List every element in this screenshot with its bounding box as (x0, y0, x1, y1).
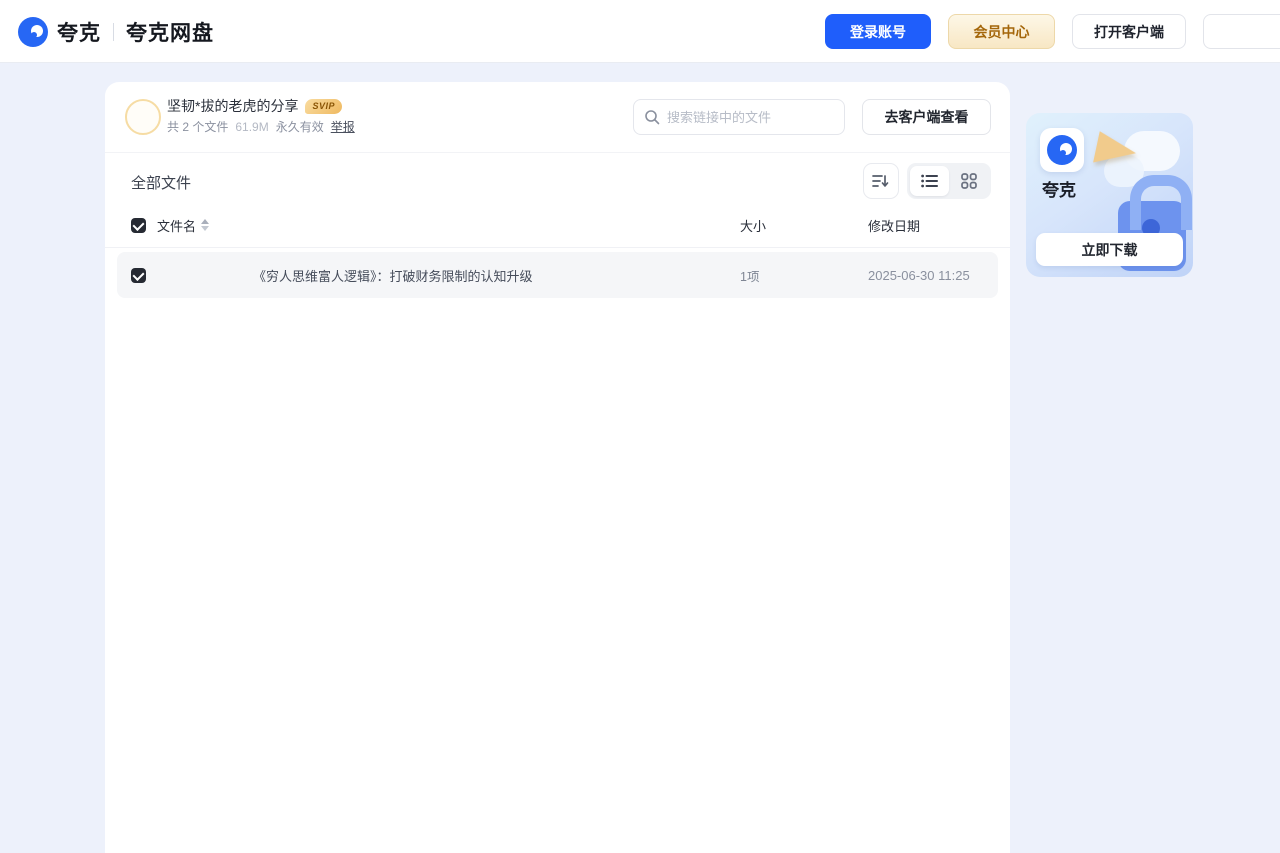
file-table-header: 文件名 大小 修改日期 (105, 209, 1010, 241)
brand-name: 夸克 (57, 21, 101, 45)
paper-plane-decoration (1093, 131, 1139, 171)
download-now-button[interactable]: 立即下载 (1036, 233, 1183, 266)
share-main-panel: 坚韧*拔的老虎的分享 SVIP 共 2 个文件 61.9M 永久有效 举报 去客… (105, 82, 1010, 853)
view-in-client-button[interactable]: 去客户端查看 (862, 99, 991, 135)
member-center-button[interactable]: 会员中心 (948, 14, 1055, 49)
row-checkbox[interactable] (131, 267, 146, 283)
view-mode-toggle (907, 163, 991, 199)
list-view-button[interactable] (910, 166, 949, 196)
top-header: 夸克 夸克网盘 登录账号 会员中心 打开客户端 (0, 0, 1280, 63)
quark-app-icon (1040, 128, 1084, 172)
grid-view-button[interactable] (949, 166, 988, 196)
open-client-button[interactable]: 打开客户端 (1072, 14, 1186, 49)
logo-divider (113, 22, 114, 41)
table-divider (105, 247, 1010, 248)
column-header-modified: 修改日期 (868, 218, 921, 234)
share-title: 坚韧*拔的老虎的分享 (167, 98, 299, 114)
share-validity: 永久有效 (275, 120, 324, 134)
share-file-count: 共 2 个文件 (167, 120, 229, 134)
share-info-header: 坚韧*拔的老虎的分享 SVIP 共 2 个文件 61.9M 永久有效 举报 去客… (105, 82, 1010, 153)
product-name: 夸克网盘 (126, 21, 214, 45)
promo-app-name: 夸克 (1042, 181, 1076, 200)
file-modified-date: 2025-06-30 11:25 (868, 267, 970, 283)
share-total-size: 61.9M (235, 119, 269, 134)
share-meta: 共 2 个文件 61.9M 永久有效 举报 (167, 118, 355, 135)
select-all-checkbox[interactable] (131, 217, 146, 233)
file-list-toolbar: 全部文件 (105, 153, 1010, 209)
brand-logo[interactable]: 夸克 夸克网盘 (18, 0, 214, 63)
search-input[interactable] (667, 109, 834, 125)
quark-logo-icon (18, 16, 48, 47)
sort-order-icon (872, 173, 890, 189)
app-download-card[interactable]: 夸克 立即下载 (1026, 113, 1193, 277)
report-link[interactable]: 举报 (331, 118, 355, 135)
sort-arrows-icon (201, 219, 210, 231)
sharer-avatar (125, 99, 161, 135)
column-header-name[interactable]: 文件名 (157, 216, 740, 235)
section-title: 全部文件 (131, 175, 192, 192)
empty-header-button[interactable] (1203, 14, 1280, 49)
file-row[interactable]: 《穷人思维富人逻辑》：打破财务限制的认知升级 1项 2025-06-30 11:… (117, 252, 998, 298)
search-icon (644, 109, 660, 125)
login-button[interactable]: 登录账号 (825, 14, 931, 49)
column-header-size: 大小 (740, 218, 767, 234)
list-view-icon (921, 174, 938, 188)
sort-order-button[interactable] (863, 163, 899, 199)
grid-view-icon (960, 173, 977, 189)
quark-logo-icon (1047, 135, 1077, 165)
file-size: 1项 (740, 269, 760, 284)
svip-badge: SVIP (305, 98, 342, 114)
file-name[interactable]: 《穷人思维富人逻辑》：打破财务限制的认知升级 (157, 266, 740, 285)
search-box[interactable] (633, 99, 845, 135)
